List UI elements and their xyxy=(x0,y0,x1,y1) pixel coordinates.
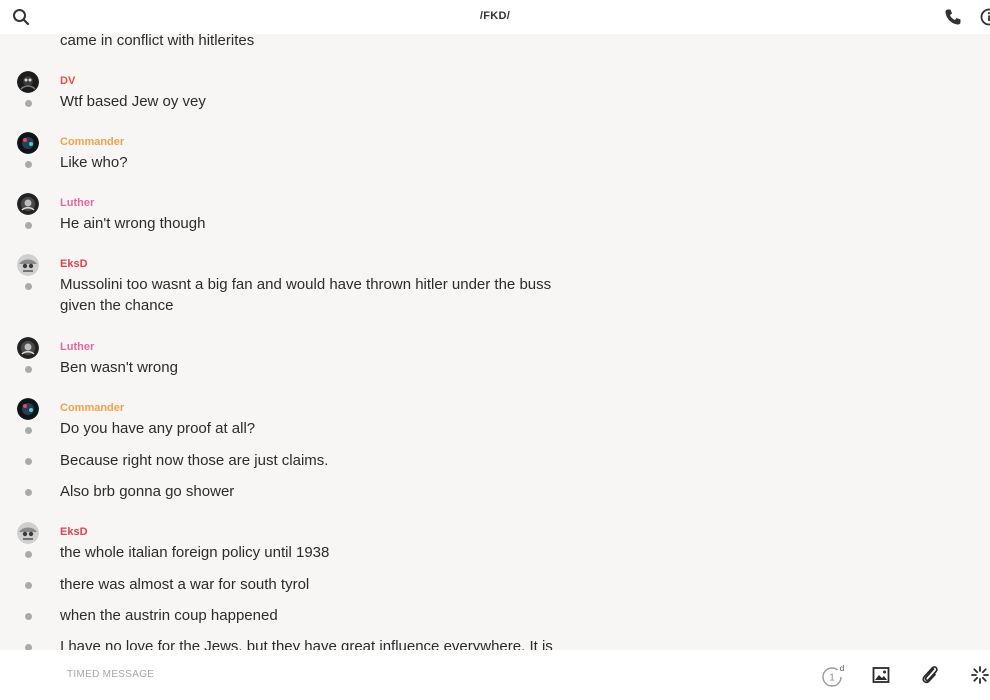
bullet-dot xyxy=(25,427,32,434)
chat-header: /FKD/ xyxy=(0,0,990,34)
message-input[interactable]: TIMED MESSAGE xyxy=(67,669,154,680)
sender-name: Luther xyxy=(60,197,95,209)
sender-name: Commander xyxy=(60,402,125,414)
message-text: Do you have any proof at all? xyxy=(60,420,256,437)
bullet-dot xyxy=(25,366,32,373)
bullet-dot xyxy=(25,551,32,558)
message-text: when the austrin coup happened xyxy=(60,607,278,624)
avatar[interactable] xyxy=(17,71,39,93)
paperclip-icon[interactable] xyxy=(920,664,940,686)
message-text: the whole italian foreign policy until 1… xyxy=(60,544,330,561)
message-text: came in conflict with hitlerites xyxy=(60,34,255,49)
message-text: I have no love for the Jews, but they ha… xyxy=(60,638,553,650)
avatar[interactable] xyxy=(17,193,39,215)
avatar[interactable] xyxy=(17,398,39,420)
message-text: Because right now those are just claims. xyxy=(60,452,329,469)
bullet-dot xyxy=(25,489,32,496)
conversation-title: /FKD/ xyxy=(479,10,511,22)
message-list[interactable]: came in conflict with hitlerites DV Wtf … xyxy=(0,34,990,650)
avatar[interactable] xyxy=(17,132,39,154)
info-icon[interactable] xyxy=(980,8,990,26)
avatar[interactable] xyxy=(17,254,39,276)
phone-icon[interactable] xyxy=(944,8,962,26)
sender-name: Luther xyxy=(60,341,95,353)
sender-name: EksD xyxy=(60,258,88,270)
bullet-dot xyxy=(25,458,32,465)
sender-name: DV xyxy=(60,75,76,87)
bullet-dot xyxy=(25,283,32,290)
message-text: Wtf based Jew oy vey xyxy=(60,93,206,110)
spinner-icon[interactable] xyxy=(970,665,990,685)
message-text: He ain't wrong though xyxy=(60,215,206,232)
message-text: Mussolini too wasnt a big fan and would … xyxy=(60,276,552,293)
image-icon[interactable] xyxy=(871,665,891,685)
timer-icon[interactable]: 1 d xyxy=(821,663,847,689)
message-text: Like who? xyxy=(60,154,128,171)
message-text-continued: given the chance xyxy=(60,297,174,314)
sender-name: Commander xyxy=(60,136,125,148)
timer-value: 1 xyxy=(829,673,835,684)
bullet-dot xyxy=(25,222,32,229)
bullet-dot xyxy=(25,100,32,107)
message-text: Also brb gonna go shower xyxy=(60,483,235,500)
bullet-dot xyxy=(25,582,32,589)
message-composer: TIMED MESSAGE 1 d xyxy=(0,650,990,700)
message-text: Ben wasn't wrong xyxy=(60,359,178,376)
message-text: there was almost a war for south tyrol xyxy=(60,576,310,593)
timer-unit: d xyxy=(840,664,844,673)
bullet-dot xyxy=(25,161,32,168)
sender-name: EksD xyxy=(60,526,88,538)
avatar[interactable] xyxy=(17,337,39,359)
avatar[interactable] xyxy=(17,522,39,544)
bullet-dot xyxy=(25,613,32,620)
